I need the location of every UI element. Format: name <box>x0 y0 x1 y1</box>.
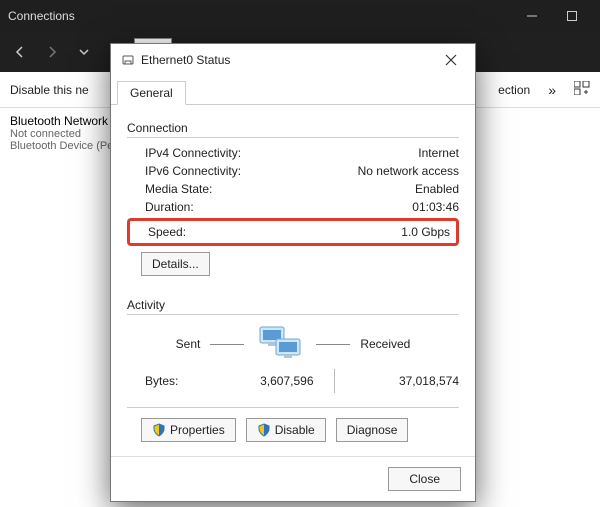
ipv4-value: Internet <box>339 146 459 160</box>
cmd-connection[interactable]: ection <box>498 83 530 97</box>
disable-label: Disable <box>275 423 315 437</box>
divider <box>127 314 459 315</box>
details-button[interactable]: Details... <box>141 252 210 276</box>
divider <box>127 407 459 408</box>
chevron-down-icon <box>79 47 89 57</box>
dialog-close-button[interactable] <box>437 46 465 74</box>
row-media: Media State: Enabled <box>127 180 459 198</box>
tabstrip: General <box>111 80 475 105</box>
row-ipv6: IPv6 Connectivity: No network access <box>127 162 459 180</box>
nav-back-button[interactable] <box>6 36 34 68</box>
speed-highlight: Speed: 1.0 Gbps <box>127 218 459 246</box>
dialog-footer: Close <box>111 456 475 501</box>
maximize-button[interactable] <box>552 0 592 32</box>
activity-graphic: Sent Received <box>127 325 459 363</box>
parent-title: Connections <box>8 9 75 23</box>
details-label: Details... <box>152 257 199 271</box>
close-label: Close <box>409 472 440 486</box>
tab-general[interactable]: General <box>117 81 186 105</box>
minimize-icon <box>527 11 537 21</box>
dialog-title: Ethernet0 Status <box>141 53 230 67</box>
media-label: Media State: <box>145 182 339 196</box>
cmd-overflow[interactable]: » <box>548 82 556 98</box>
minimize-button[interactable] <box>512 0 552 32</box>
ipv6-value: No network access <box>339 164 459 178</box>
ipv6-label: IPv6 Connectivity: <box>145 164 339 178</box>
arrow-right-icon <box>45 45 59 59</box>
speed-value: 1.0 Gbps <box>330 225 450 239</box>
row-bytes: Bytes: 3,607,596 37,018,574 <box>127 367 459 395</box>
media-value: Enabled <box>339 182 459 196</box>
disable-button[interactable]: Disable <box>246 418 326 442</box>
close-icon <box>445 54 457 66</box>
ethernet-icon <box>121 53 135 67</box>
shield-icon <box>257 423 271 437</box>
shield-icon <box>152 423 166 437</box>
sent-label: Sent <box>176 337 201 351</box>
arrow-left-icon <box>13 45 27 59</box>
bytes-label: Bytes: <box>145 374 209 388</box>
ipv4-label: IPv4 Connectivity: <box>145 146 339 160</box>
bytes-sent: 3,607,596 <box>209 374 334 388</box>
group-activity: Activity <box>127 298 459 312</box>
row-duration: Duration: 01:03:46 <box>127 198 459 216</box>
row-ipv4: IPv4 Connectivity: Internet <box>127 144 459 162</box>
diagnose-label: Diagnose <box>347 423 398 437</box>
duration-label: Duration: <box>145 200 339 214</box>
view-options-button[interactable] <box>574 81 590 98</box>
dialog-titlebar[interactable]: Ethernet0 Status <box>111 44 475 76</box>
cmd-disable[interactable]: Disable this ne <box>10 83 89 97</box>
group-connection: Connection <box>127 121 459 135</box>
speed-label: Speed: <box>148 225 330 239</box>
diagnose-button[interactable]: Diagnose <box>336 418 409 442</box>
close-button[interactable]: Close <box>388 467 461 491</box>
properties-label: Properties <box>170 423 225 437</box>
nav-forward-button[interactable] <box>38 36 66 68</box>
received-label: Received <box>360 337 410 351</box>
ethernet-status-dialog: Ethernet0 Status General Connection IPv4… <box>110 43 476 502</box>
divider <box>127 137 459 138</box>
computers-icon <box>254 325 306 363</box>
maximize-icon <box>567 11 577 21</box>
nav-dropdown[interactable] <box>70 36 98 68</box>
parent-titlebar: Connections <box>0 0 600 32</box>
duration-value: 01:03:46 <box>339 200 459 214</box>
properties-button[interactable]: Properties <box>141 418 236 442</box>
bytes-received: 37,018,574 <box>335 374 460 388</box>
view-icon <box>574 81 590 95</box>
